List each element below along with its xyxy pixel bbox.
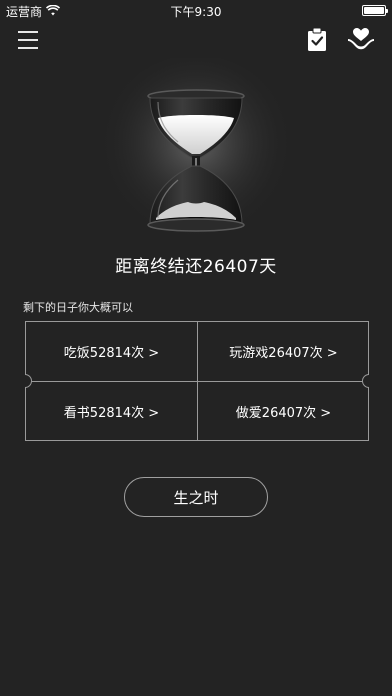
menu-button[interactable] [18, 30, 40, 50]
clipboard-button[interactable] [304, 26, 330, 52]
status-bar: 运营商 下午9:30 [0, 0, 392, 22]
birth-time-button[interactable]: 生之时 [124, 477, 268, 517]
activity-love-cell[interactable]: 做爱26407次 > [198, 382, 369, 441]
battery-icon [362, 5, 388, 16]
heart-hand-button[interactable] [346, 26, 376, 52]
activity-grid: 吃饭52814次 > 玩游戏26407次 > 看书52814次 > 做爱2640… [25, 321, 369, 441]
hamburger-menu-icon [18, 47, 38, 49]
status-right [362, 5, 388, 16]
activity-eat-cell[interactable]: 吃饭52814次 > [26, 322, 197, 381]
clipboard-check-icon [308, 27, 326, 51]
heart-hand-icon [348, 28, 374, 50]
activity-game-cell[interactable]: 玩游戏26407次 > [198, 322, 369, 381]
countdown-text: 距离终结还26407天 [115, 257, 277, 277]
battery-fill [364, 7, 384, 14]
hamburger-menu-icon [18, 39, 38, 41]
hourglass-icon [96, 55, 296, 258]
hamburger-menu-icon [18, 31, 38, 33]
activity-read-cell[interactable]: 看书52814次 > [26, 382, 197, 441]
app-screen: 运营商 下午9:30 距离终结还26407天 剩下的日子你大概可以 吃饭5281… [0, 0, 392, 696]
remaining-days-subtitle: 剩下的日子你大概可以 [23, 301, 133, 314]
status-time: 下午9:30 [170, 5, 222, 19]
